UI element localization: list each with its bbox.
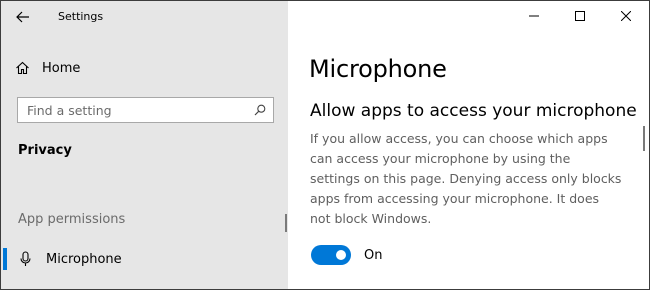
window-controls — [511, 1, 649, 33]
sidebar-item-microphone[interactable]: Microphone — [1, 247, 281, 271]
section-description: If you allow access, you can choose whic… — [310, 131, 622, 226]
toggle-state-label: On — [364, 247, 383, 263]
main-content: Microphone Allow apps to access your mic… — [288, 1, 649, 289]
search-box[interactable] — [17, 97, 274, 123]
sidebar-scrollbar[interactable] — [285, 214, 287, 232]
section-title: Allow apps to access your microphone — [310, 101, 637, 121]
toggle-knob — [336, 250, 346, 260]
sidebar-item-microphone-label: Microphone — [46, 251, 122, 267]
minimize-button[interactable] — [511, 1, 557, 31]
close-button[interactable] — [603, 1, 649, 31]
microphone-access-toggle[interactable] — [311, 245, 351, 265]
home-icon — [16, 61, 29, 75]
search-input[interactable] — [18, 98, 247, 122]
maximize-icon — [575, 11, 585, 21]
sidebar-item-home[interactable]: Home — [15, 55, 275, 81]
group-label: App permissions — [18, 212, 126, 227]
back-button[interactable] — [9, 5, 37, 29]
access-toggle-row: On — [311, 245, 382, 265]
sidebar-item-home-label: Home — [42, 60, 81, 76]
selection-indicator — [3, 248, 7, 270]
minimize-icon — [529, 15, 539, 17]
maximize-button[interactable] — [557, 1, 603, 31]
close-icon — [621, 11, 631, 21]
sidebar: Settings Home Privacy App permissions — [1, 1, 288, 289]
settings-window: Settings Home Privacy App permissions — [0, 0, 650, 290]
page-title: Microphone — [309, 55, 447, 83]
category-heading: Privacy — [18, 143, 72, 158]
back-arrow-icon — [16, 11, 29, 23]
content-scrollbar[interactable] — [643, 126, 645, 151]
microphone-icon — [18, 251, 32, 267]
window-title: Settings — [58, 10, 104, 23]
search-icon[interactable] — [247, 104, 273, 116]
